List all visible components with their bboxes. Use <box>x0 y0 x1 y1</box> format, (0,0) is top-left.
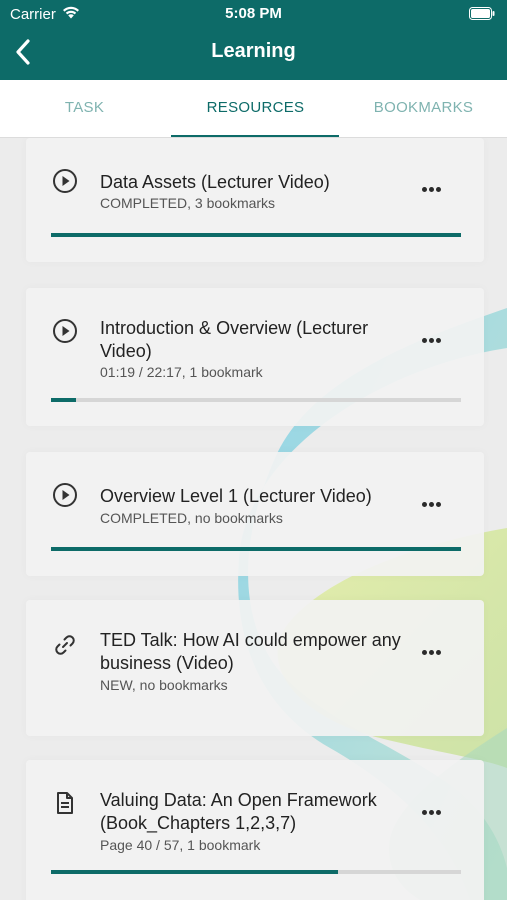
more-options-button[interactable] <box>422 808 446 818</box>
page-title: Learning <box>211 40 296 62</box>
resource-card[interactable]: Data Assets (Lecturer Video) COMPLETED, … <box>26 138 484 262</box>
play-icon <box>53 483 77 507</box>
resource-title: Valuing Data: An Open Framework (Book_Ch… <box>100 790 377 833</box>
more-options-button[interactable] <box>422 648 446 658</box>
nav-bar: Learning <box>0 28 507 80</box>
battery-icon <box>469 7 495 20</box>
document-icon <box>57 792 73 814</box>
tab-bar: TASK RESOURCES BOOKMARKS <box>0 80 507 138</box>
resource-status: Page 40 / 57, 1 bookmark <box>100 837 261 853</box>
resource-card[interactable]: Overview Level 1 (Lecturer Video) COMPLE… <box>26 452 484 576</box>
progress-fill <box>51 398 76 402</box>
clock: 5:08 PM <box>225 5 282 22</box>
top-bar: Carrier 5:08 PM Learning <box>0 0 507 80</box>
link-icon <box>55 635 75 655</box>
resource-title: Introduction & Overview (Lecturer Video) <box>100 318 369 361</box>
progress-bar <box>51 398 461 402</box>
resource-card[interactable]: Introduction & Overview (Lecturer Video)… <box>26 288 484 426</box>
resource-status: 01:19 / 22:17, 1 bookmark <box>100 364 263 380</box>
tab-resources[interactable]: RESOURCES <box>171 80 340 138</box>
resource-title: TED Talk: How AI could empower any busin… <box>100 630 401 673</box>
progress-bar <box>51 233 461 237</box>
progress-fill <box>51 870 338 874</box>
more-options-button[interactable] <box>422 185 446 195</box>
resource-title: Overview Level 1 (Lecturer Video) <box>100 486 372 506</box>
resource-card[interactable]: TED Talk: How AI could empower any busin… <box>26 600 484 736</box>
resource-card[interactable]: Valuing Data: An Open Framework (Book_Ch… <box>26 760 484 900</box>
progress-fill <box>51 233 461 237</box>
resource-status: COMPLETED, no bookmarks <box>100 510 283 526</box>
progress-bar <box>51 547 461 551</box>
active-tab-indicator <box>171 135 339 137</box>
play-icon <box>53 319 77 343</box>
tab-bookmarks[interactable]: BOOKMARKS <box>339 80 507 138</box>
resource-list[interactable]: Data Assets (Lecturer Video) COMPLETED, … <box>0 138 507 900</box>
progress-bar <box>51 870 461 874</box>
more-options-button[interactable] <box>422 500 446 510</box>
more-options-button[interactable] <box>422 336 446 346</box>
resource-status: COMPLETED, 3 bookmarks <box>100 195 276 211</box>
tab-task[interactable]: TASK <box>0 80 169 138</box>
resource-title: Data Assets (Lecturer Video) <box>100 172 330 192</box>
progress-fill <box>51 547 461 551</box>
status-bar: Carrier 5:08 PM <box>0 0 507 28</box>
play-icon <box>53 169 77 193</box>
resource-status: NEW, no bookmarks <box>100 677 228 693</box>
